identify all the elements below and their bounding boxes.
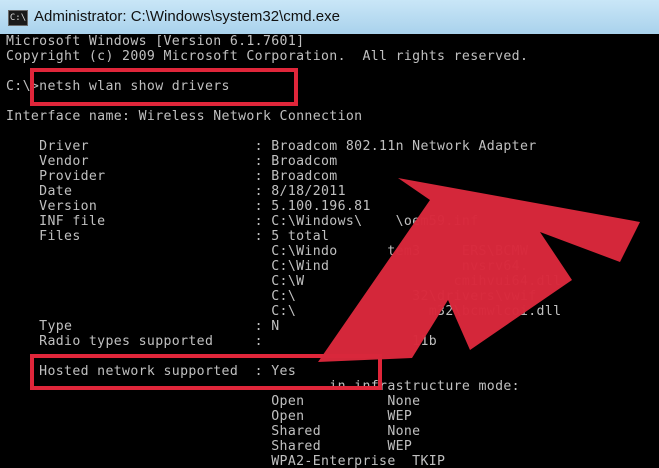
pointer-arrow-icon <box>318 178 640 362</box>
